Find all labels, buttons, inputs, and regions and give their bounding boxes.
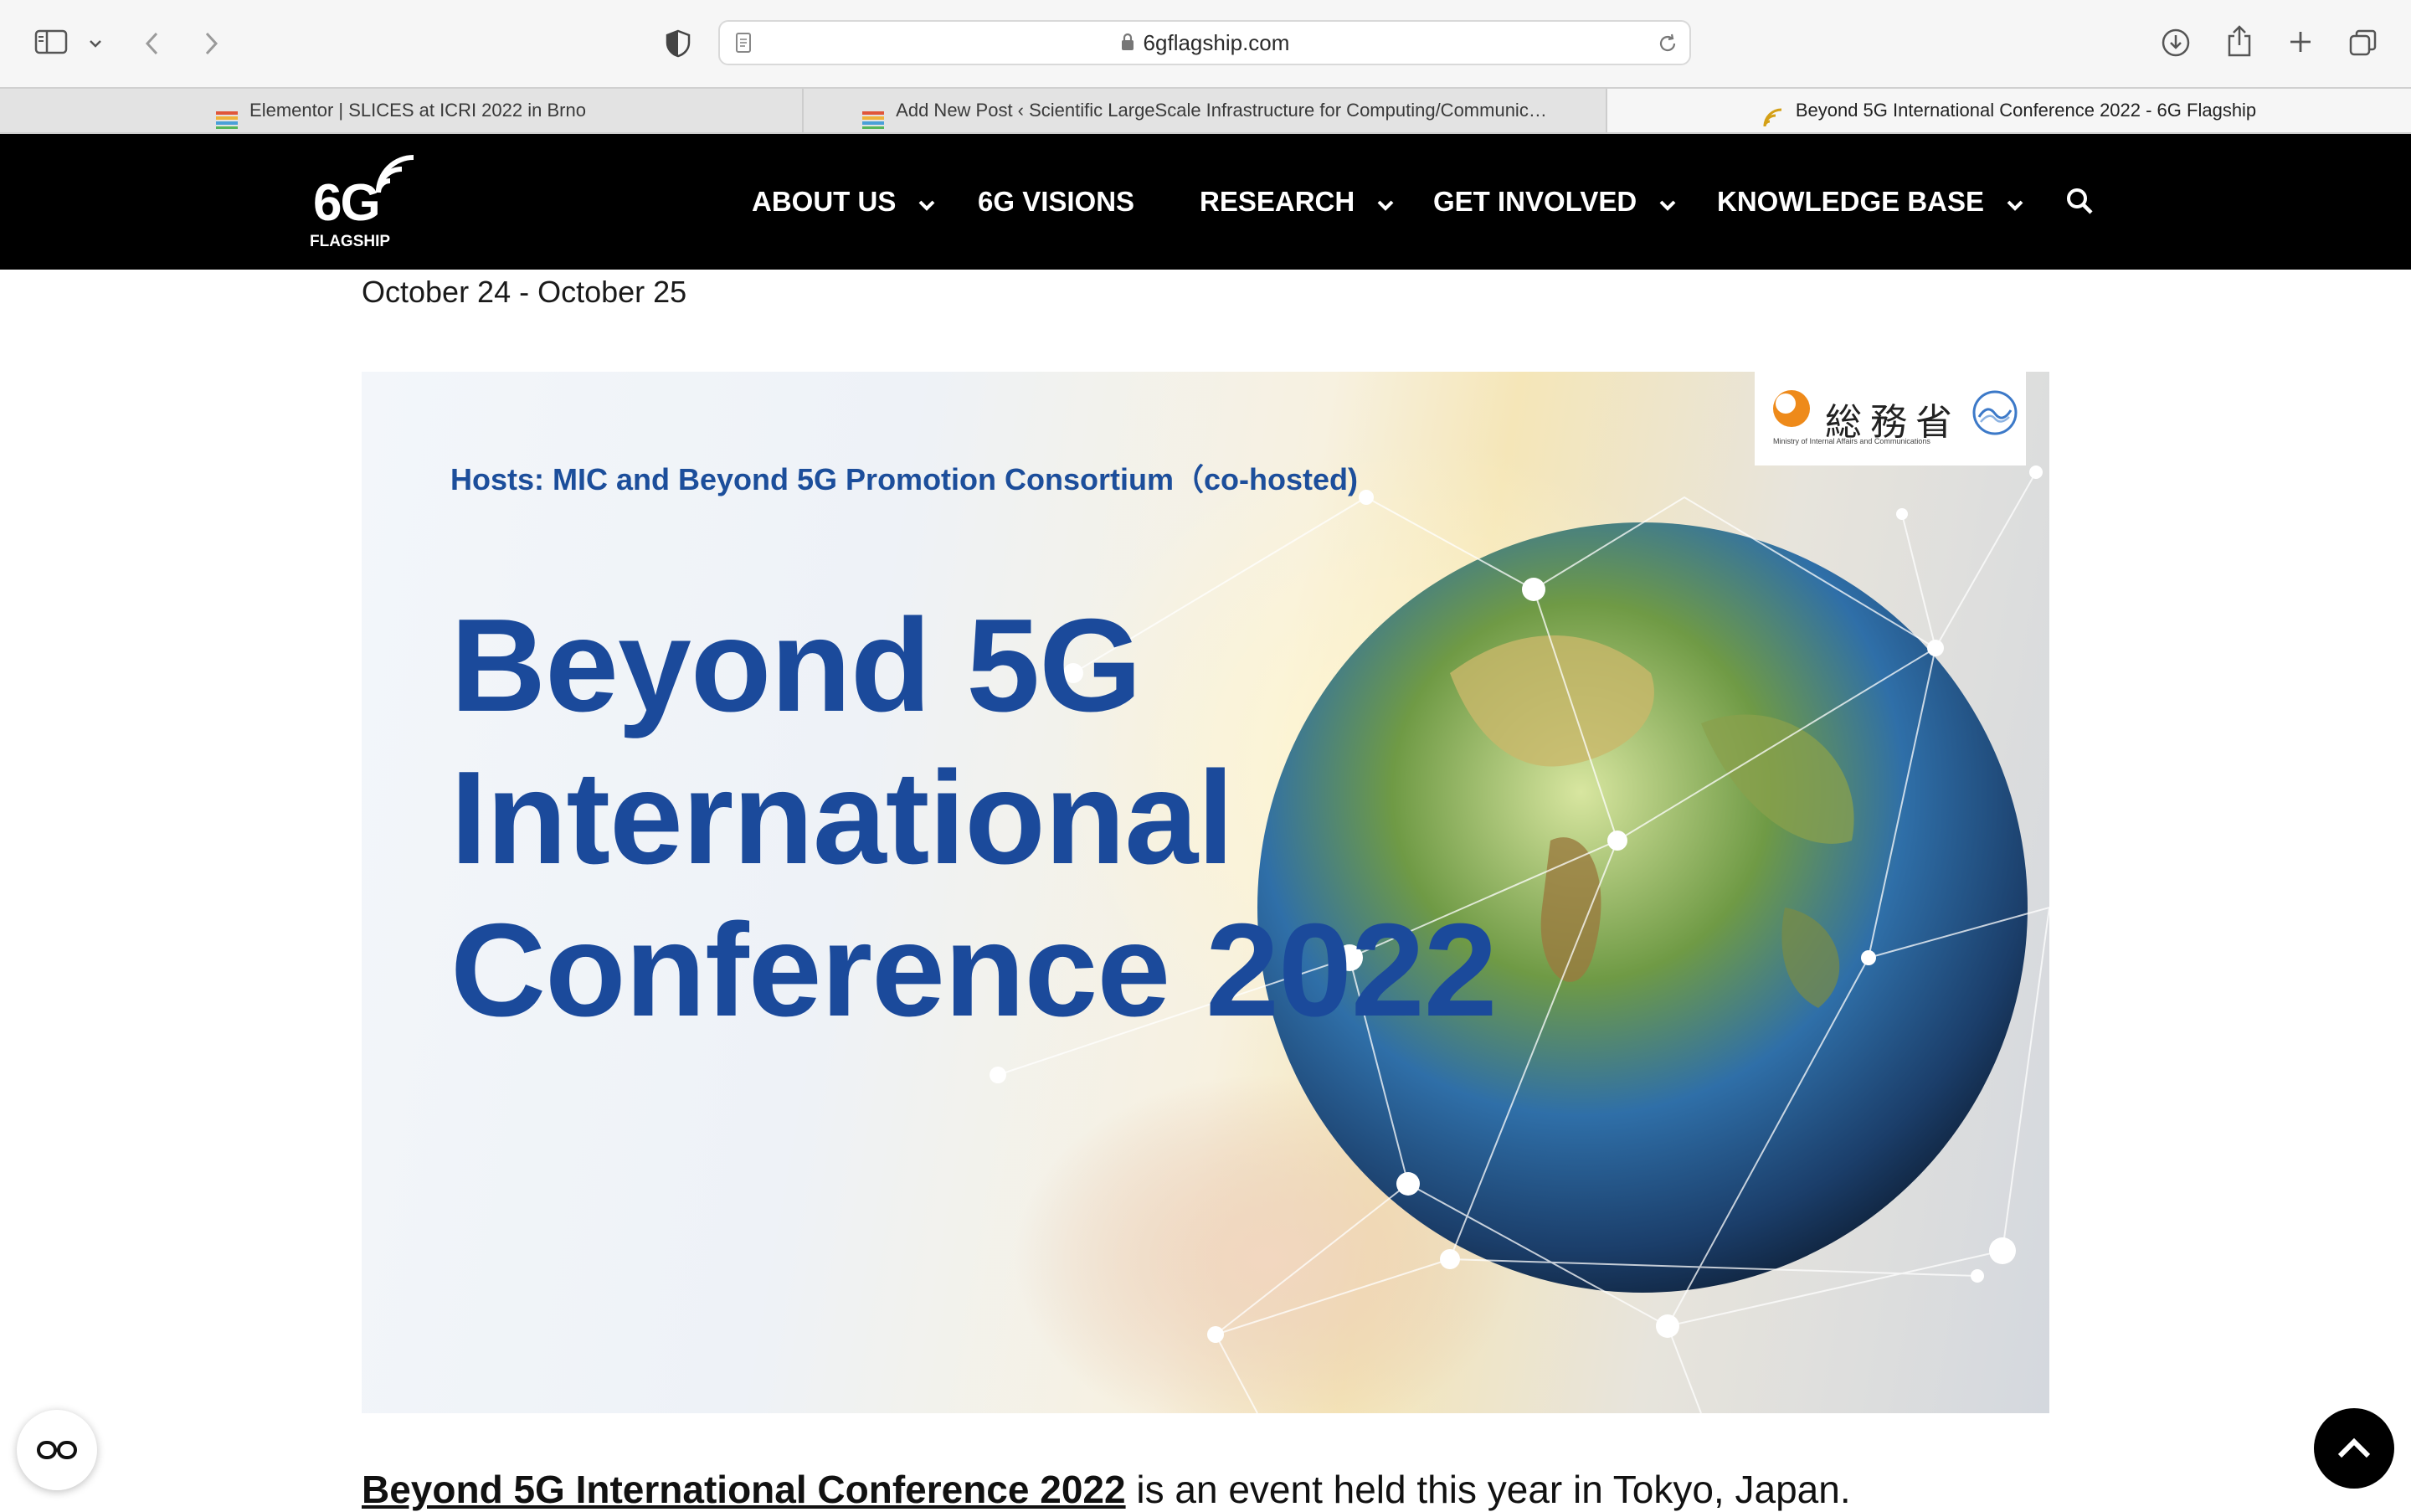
- tab-label: Elementor | SLICES at ICRI 2022 in Brno: [249, 100, 586, 121]
- chevron-down-icon[interactable]: [84, 32, 107, 55]
- tab-bar: Elementor | SLICES at ICRI 2022 in Brno …: [0, 87, 2411, 134]
- chevron-down-icon[interactable]: [918, 134, 936, 270]
- logo-6g-text: 6G: [313, 174, 381, 232]
- event-intro-paragraph: Beyond 5G International Conference 2022 …: [362, 1467, 1851, 1512]
- event-name-link[interactable]: Beyond 5G International Conference 2022: [362, 1468, 1126, 1511]
- tab-beyond-5g-active[interactable]: Beyond 5G International Conference 2022 …: [1607, 89, 2411, 132]
- mic-emblem-icon: [1773, 390, 1810, 427]
- tab-elementor-slices[interactable]: Elementor | SLICES at ICRI 2022 in Brno: [0, 89, 802, 132]
- 6g-flagship-favicon-icon: [1762, 101, 1784, 127]
- nav-label: ABOUT US: [752, 186, 897, 217]
- chevron-down-icon[interactable]: [1658, 134, 1677, 270]
- banner-hosts-text: Hosts: MIC and Beyond 5G Promotion Conso…: [450, 462, 1359, 496]
- back-icon[interactable]: [137, 27, 167, 60]
- chevron-down-icon[interactable]: [2006, 134, 2024, 270]
- mic-english-name: Ministry of Internal Affairs and Communi…: [1773, 437, 1930, 445]
- nav-knowledge-base[interactable]: KNOWLEDGE BASE: [1717, 134, 2024, 270]
- site-header: 6G FLAGSHIP ABOUT US 6G VISIONS RESEARCH…: [0, 134, 2411, 270]
- banner-title-line: International: [450, 744, 1234, 892]
- nav-6g-visions[interactable]: 6G VISIONS: [978, 134, 1134, 270]
- nav-label: 6G VISIONS: [978, 186, 1135, 217]
- nav-label: KNOWLEDGE BASE: [1717, 186, 1985, 217]
- tab-label: Beyond 5G International Conference 2022 …: [1795, 100, 2257, 121]
- url-text: 6gflagship.com: [720, 22, 1689, 64]
- logo-signal-icon: [376, 155, 414, 193]
- reload-icon[interactable]: [1654, 30, 1681, 57]
- nav-get-involved[interactable]: GET INVOLVED: [1433, 134, 1677, 270]
- accessibility-reader-button[interactable]: [17, 1410, 97, 1490]
- lock-icon: [1120, 23, 1135, 65]
- new-tab-icon[interactable]: [2284, 25, 2317, 59]
- scroll-to-top-button[interactable]: [2314, 1408, 2394, 1489]
- address-bar[interactable]: 6gflagship.com: [718, 20, 1691, 65]
- intro-text: is an event held this year in Tokyo, Jap…: [1125, 1468, 1851, 1511]
- search-icon[interactable]: [2063, 184, 2096, 218]
- downloads-icon[interactable]: [2158, 25, 2193, 60]
- glasses-icon: [37, 1441, 77, 1459]
- banner-title-line: Conference 2022: [450, 897, 1498, 1044]
- nav-label: GET INVOLVED: [1433, 186, 1637, 217]
- tab-overview-icon[interactable]: [2346, 25, 2381, 60]
- event-dates: October 24 - October 25: [362, 275, 687, 309]
- nav-label: RESEARCH: [1200, 186, 1355, 217]
- nav-research[interactable]: RESEARCH: [1200, 134, 1395, 270]
- url-value: 6gflagship.com: [1143, 30, 1290, 55]
- chevron-down-icon[interactable]: [1376, 134, 1395, 270]
- forward-icon[interactable]: [196, 27, 226, 60]
- event-banner-image: 総務省 Ministry of Internal Affairs and Com…: [362, 372, 2049, 1413]
- consortium-logo-icon: [1972, 390, 2018, 435]
- elementor-favicon-icon: [216, 101, 239, 129]
- mic-ministry-logo: 総務省 Ministry of Internal Affairs and Com…: [1755, 372, 2026, 465]
- share-icon[interactable]: [2222, 22, 2257, 60]
- chevron-up-icon: [2337, 1437, 2371, 1458]
- elementor-favicon-icon: [862, 101, 885, 129]
- tab-label: Add New Post ‹ Scientific LargeScale Inf…: [896, 100, 1547, 121]
- browser-toolbar: 6gflagship.com: [0, 0, 2411, 87]
- sidebar-toggle-icon[interactable]: [32, 27, 70, 57]
- nav-about-us[interactable]: ABOUT US: [752, 134, 936, 270]
- site-logo[interactable]: 6G FLAGSHIP: [308, 152, 419, 253]
- banner-title-line: Beyond 5G: [450, 592, 1142, 739]
- privacy-shield-icon[interactable]: [661, 27, 695, 60]
- tab-add-new-post[interactable]: Add New Post ‹ Scientific LargeScale Inf…: [804, 89, 1606, 132]
- banner-title: Beyond 5G International Conference 2022: [450, 589, 1498, 1047]
- logo-flagship-text: FLAGSHIP: [310, 233, 391, 250]
